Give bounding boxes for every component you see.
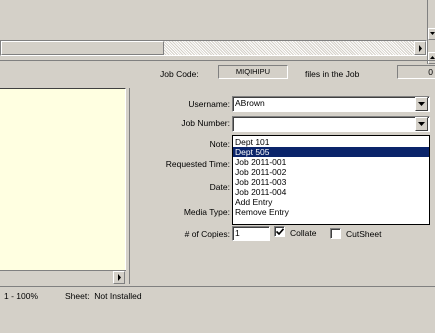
job-code-value: MIQIHIPU xyxy=(218,65,288,79)
preview-panel[interactable] xyxy=(0,88,126,284)
dropdown-option[interactable]: Dept 101 xyxy=(233,137,429,147)
top-horizontal-scrollbar[interactable] xyxy=(0,40,427,56)
cutsheet-checkbox[interactable] xyxy=(330,228,341,239)
sheet-status: Sheet: Not Installed xyxy=(65,291,142,301)
preview-scroll-right-button[interactable] xyxy=(113,271,125,284)
files-count-value: 0 xyxy=(397,65,435,79)
chevron-down-icon xyxy=(418,102,425,106)
files-in-job-label: files in the Job xyxy=(305,69,360,79)
dropdown-option-selected[interactable]: Dept 505 xyxy=(233,147,429,157)
bottom-band xyxy=(0,305,435,333)
dropdown-option[interactable]: Job 2011-002 xyxy=(233,167,429,177)
username-value: ABrown xyxy=(235,98,265,108)
username-dropdown-button[interactable] xyxy=(415,97,428,111)
form-panel-divider xyxy=(129,88,130,284)
dropdown-option[interactable]: Add Entry xyxy=(233,197,429,207)
job-number-combo[interactable] xyxy=(232,116,430,132)
copies-label: # of Copies: xyxy=(184,229,230,239)
scrollbar-thumb[interactable] xyxy=(1,41,164,55)
job-number-label: Job Number: xyxy=(181,118,230,128)
right-edge-scrollbar[interactable] xyxy=(427,0,435,64)
dropdown-option[interactable]: Job 2011-004 xyxy=(233,187,429,197)
job-number-dropdown-button[interactable] xyxy=(415,117,428,131)
scroll-right-icon xyxy=(418,44,422,52)
chevron-down-icon xyxy=(418,122,425,126)
media-type-label: Media Type: xyxy=(183,207,230,217)
scroll-up-button-2[interactable] xyxy=(428,52,435,64)
dropdown-option[interactable]: Job 2011-003 xyxy=(233,177,429,187)
check-icon xyxy=(275,228,284,235)
collate-checkbox[interactable] xyxy=(274,226,285,237)
separator-line xyxy=(0,60,435,61)
username-label: Username: xyxy=(188,99,230,109)
preview-bottom-scrollbar[interactable] xyxy=(0,270,126,284)
username-combo[interactable]: ABrown xyxy=(232,96,430,112)
job-number-dropdown-list[interactable]: Dept 101 Dept 505 Job 2011-001 Job 2011-… xyxy=(232,135,430,225)
job-code-label: Job Code: xyxy=(160,69,199,79)
cutsheet-label: CutSheet xyxy=(346,229,382,239)
scroll-right-icon xyxy=(117,274,121,281)
date-label: Date: xyxy=(209,182,230,192)
dropdown-option[interactable]: Job 2011-001 xyxy=(233,157,429,167)
copies-value: 1 xyxy=(235,228,240,238)
scroll-right-button[interactable] xyxy=(414,41,426,55)
copies-input[interactable]: 1 xyxy=(232,226,270,241)
scrollbar-track[interactable] xyxy=(164,41,414,55)
dropdown-option[interactable]: Remove Entry xyxy=(233,207,429,217)
scroll-up-button[interactable] xyxy=(428,28,435,40)
zoom-status: 1 - 100% xyxy=(4,291,39,301)
note-label: Note: xyxy=(209,139,230,149)
collate-label: Collate xyxy=(290,228,317,238)
scroll-down-icon xyxy=(429,32,435,35)
status-bar: 1 - 100% Sheet: Not Installed xyxy=(0,287,435,305)
requested-time-label: Requested Time: xyxy=(165,159,230,169)
